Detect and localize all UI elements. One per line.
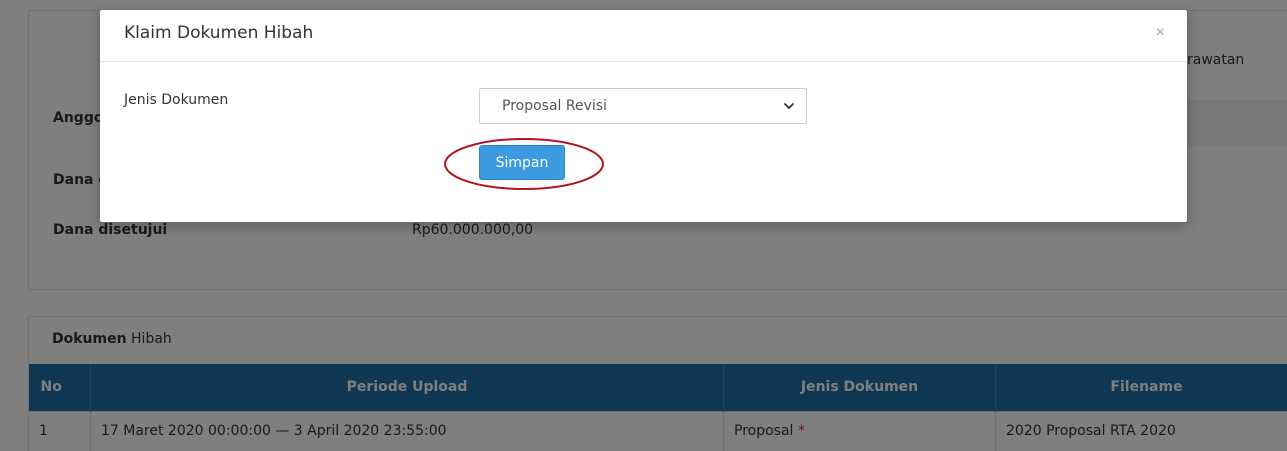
modal-title: Klaim Dokumen Hibah [124, 23, 314, 43]
claim-document-modal: Klaim Dokumen Hibah × Jenis Dokumen Prop… [100, 10, 1187, 222]
jenis-dokumen-label: Jenis Dokumen [124, 92, 229, 108]
chevron-down-icon [784, 103, 794, 109]
save-button[interactable]: Simpan [479, 145, 565, 180]
modal-header: Klaim Dokumen Hibah × [100, 10, 1187, 62]
select-value: Proposal Revisi [502, 98, 607, 114]
jenis-dokumen-select[interactable]: Proposal Revisi [479, 88, 807, 124]
close-icon[interactable]: × [1156, 24, 1165, 42]
